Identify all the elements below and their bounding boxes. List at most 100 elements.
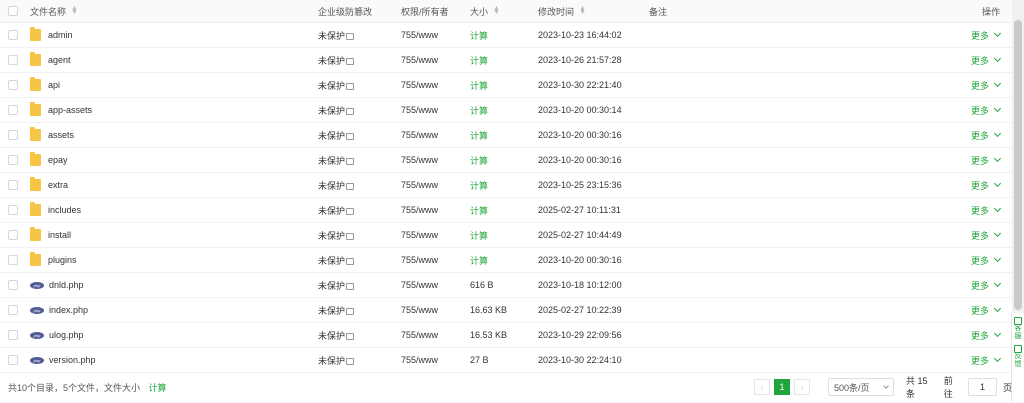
more-actions-button[interactable]: 更多: [971, 98, 1002, 122]
size-value[interactable]: 计算: [470, 254, 488, 267]
table-row[interactable]: php dnld.php 未保护 755/www 616 B 2023-10-18 10:…: [0, 273, 1012, 298]
file-name-link[interactable]: dnld.php: [49, 280, 84, 290]
vertical-scrollbar[interactable]: [1012, 0, 1024, 340]
size-value[interactable]: 计算: [470, 29, 488, 42]
side-label-service[interactable]: 客服: [1012, 325, 1024, 341]
protection-status[interactable]: 未保护: [318, 279, 345, 292]
more-actions-button[interactable]: 更多: [971, 173, 1002, 197]
table-row[interactable]: install 未保护 755/www 计算 2025-02-27 10:44:49 更多: [0, 223, 1012, 248]
prev-page-button[interactable]: ‹: [754, 379, 770, 395]
table-row[interactable]: agent 未保护 755/www 计算 2023-10-26 21:57:28 更多: [0, 48, 1012, 73]
more-actions-button[interactable]: 更多: [971, 273, 1002, 297]
file-name-link[interactable]: agent: [48, 55, 71, 65]
more-actions-button[interactable]: 更多: [971, 323, 1002, 347]
scrollbar-thumb[interactable]: [1014, 20, 1022, 310]
protection-status[interactable]: 未保护: [318, 129, 345, 142]
more-actions-button[interactable]: 更多: [971, 348, 1002, 372]
permission-link[interactable]: 755/www: [401, 205, 438, 215]
permission-link[interactable]: 755/www: [401, 30, 438, 40]
side-label-feedback[interactable]: 反馈: [1012, 353, 1024, 369]
row-checkbox[interactable]: [8, 55, 18, 65]
permission-link[interactable]: 755/www: [401, 80, 438, 90]
protection-status[interactable]: 未保护: [318, 104, 345, 117]
column-header-size[interactable]: 大小 ▲ ▼: [470, 0, 500, 22]
row-checkbox[interactable]: [8, 355, 18, 365]
protection-status[interactable]: 未保护: [318, 254, 345, 267]
file-name-link[interactable]: index.php: [49, 305, 88, 315]
row-checkbox[interactable]: [8, 105, 18, 115]
permission-link[interactable]: 755/www: [401, 330, 438, 340]
protection-status[interactable]: 未保护: [318, 329, 345, 342]
permission-link[interactable]: 755/www: [401, 355, 438, 365]
goto-page-input[interactable]: 1: [967, 378, 997, 396]
table-row[interactable]: extra 未保护 755/www 计算 2023-10-25 23:15:36 更多: [0, 173, 1012, 198]
page-number-current[interactable]: 1: [774, 379, 790, 395]
more-actions-button[interactable]: 更多: [971, 123, 1002, 147]
protection-status[interactable]: 未保护: [318, 354, 345, 367]
permission-link[interactable]: 755/www: [401, 130, 438, 140]
protection-status[interactable]: 未保护: [318, 304, 345, 317]
size-value[interactable]: 计算: [470, 204, 488, 217]
row-checkbox[interactable]: [8, 80, 18, 90]
page-size-select[interactable]: 500条/页: [828, 378, 894, 396]
file-name-link[interactable]: epay: [48, 155, 68, 165]
size-value[interactable]: 计算: [470, 179, 488, 192]
size-value[interactable]: 计算: [470, 154, 488, 167]
permission-link[interactable]: 755/www: [401, 230, 438, 240]
row-checkbox[interactable]: [8, 30, 18, 40]
protection-status[interactable]: 未保护: [318, 29, 345, 42]
row-checkbox[interactable]: [8, 205, 18, 215]
more-actions-button[interactable]: 更多: [971, 248, 1002, 272]
table-row[interactable]: api 未保护 755/www 计算 2023-10-30 22:21:40 更多: [0, 73, 1012, 98]
row-checkbox[interactable]: [8, 130, 18, 140]
table-row[interactable]: php index.php 未保护 755/www 16.63 KB 2025-02-27…: [0, 298, 1012, 323]
file-name-link[interactable]: install: [48, 230, 71, 240]
more-actions-button[interactable]: 更多: [971, 148, 1002, 172]
protection-status[interactable]: 未保护: [318, 229, 345, 242]
protection-status[interactable]: 未保护: [318, 79, 345, 92]
column-header-time[interactable]: 修改时间 ▲ ▼: [538, 0, 586, 22]
calc-total-size-link[interactable]: 计算: [149, 383, 167, 393]
protection-status[interactable]: 未保护: [318, 179, 345, 192]
more-actions-button[interactable]: 更多: [971, 73, 1002, 97]
file-name-link[interactable]: ulog.php: [49, 330, 84, 340]
file-name-link[interactable]: extra: [48, 180, 68, 190]
table-row[interactable]: plugins 未保护 755/www 计算 2023-10-20 00:30:16 更多: [0, 248, 1012, 273]
more-actions-button[interactable]: 更多: [971, 48, 1002, 72]
size-value[interactable]: 计算: [470, 79, 488, 92]
sort-icon[interactable]: ▲ ▼: [579, 5, 586, 16]
more-actions-button[interactable]: 更多: [971, 198, 1002, 222]
permission-link[interactable]: 755/www: [401, 180, 438, 190]
table-row[interactable]: epay 未保护 755/www 计算 2023-10-20 00:30:16 更多: [0, 148, 1012, 173]
file-name-link[interactable]: app-assets: [48, 105, 92, 115]
row-checkbox[interactable]: [8, 155, 18, 165]
table-row[interactable]: includes 未保护 755/www 计算 2025-02-27 10:11:31 更…: [0, 198, 1012, 223]
size-value[interactable]: 计算: [470, 129, 488, 142]
table-row[interactable]: app-assets 未保护 755/www 计算 2023-10-20 00:30:1…: [0, 98, 1012, 123]
table-row[interactable]: php version.php 未保护 755/www 27 B 2023-10-30 2…: [0, 348, 1012, 373]
file-name-link[interactable]: api: [48, 80, 60, 90]
protection-status[interactable]: 未保护: [318, 204, 345, 217]
select-all-checkbox[interactable]: [8, 6, 18, 16]
more-actions-button[interactable]: 更多: [971, 23, 1002, 47]
next-page-button[interactable]: ›: [794, 379, 810, 395]
permission-link[interactable]: 755/www: [401, 55, 438, 65]
permission-link[interactable]: 755/www: [401, 255, 438, 265]
permission-link[interactable]: 755/www: [401, 305, 438, 315]
row-checkbox[interactable]: [8, 180, 18, 190]
row-checkbox[interactable]: [8, 230, 18, 240]
permission-link[interactable]: 755/www: [401, 155, 438, 165]
table-row[interactable]: assets 未保护 755/www 计算 2023-10-20 00:30:16 更多: [0, 123, 1012, 148]
file-name-link[interactable]: includes: [48, 205, 81, 215]
permission-link[interactable]: 755/www: [401, 105, 438, 115]
permission-link[interactable]: 755/www: [401, 280, 438, 290]
size-value[interactable]: 计算: [470, 104, 488, 117]
table-row[interactable]: php ulog.php 未保护 755/www 16.53 KB 2023-10-29 …: [0, 323, 1012, 348]
row-checkbox[interactable]: [8, 330, 18, 340]
column-header-name[interactable]: 文件名称 ▲ ▼: [30, 0, 78, 22]
file-name-link[interactable]: assets: [48, 130, 74, 140]
file-name-link[interactable]: version.php: [49, 355, 96, 365]
row-checkbox[interactable]: [8, 305, 18, 315]
size-value[interactable]: 计算: [470, 229, 488, 242]
protection-status[interactable]: 未保护: [318, 154, 345, 167]
